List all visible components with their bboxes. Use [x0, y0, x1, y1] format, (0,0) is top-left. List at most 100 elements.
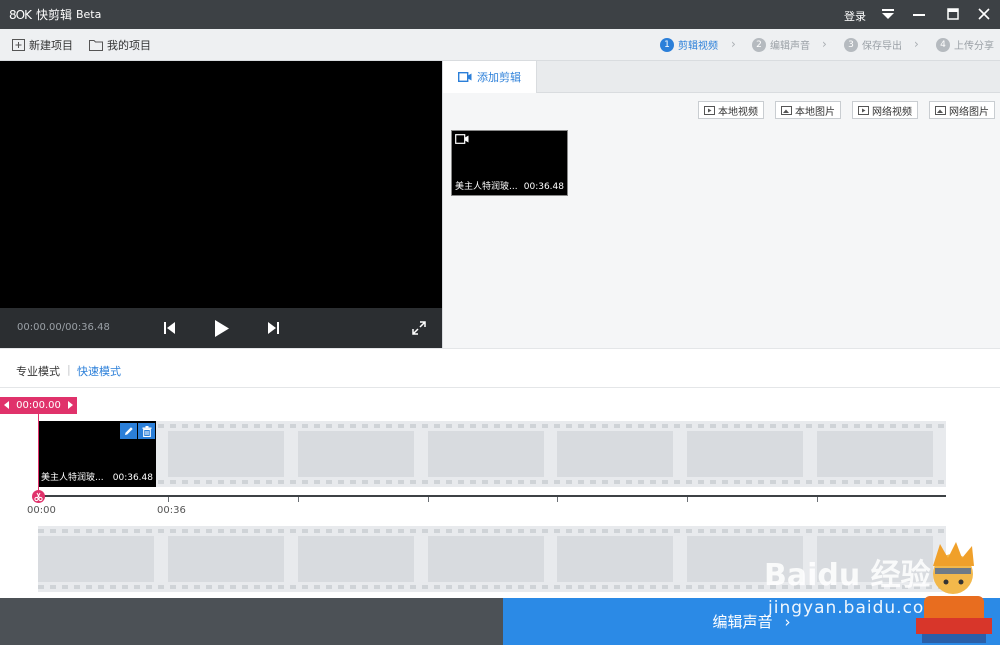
- film-perforation: [38, 585, 946, 589]
- source-label: 本地图片: [795, 106, 835, 118]
- media-panel: 添加剪辑 本地视频 本地图片 网络视频 网络图片 美主人特润玻... 00:36…: [442, 61, 1000, 348]
- ruler-tick: [168, 497, 169, 502]
- tab-pro-mode[interactable]: 专业模式: [16, 363, 60, 379]
- playhead-time: 00:00.00: [16, 400, 61, 411]
- local-video-button[interactable]: 本地视频: [698, 101, 764, 119]
- chevron-right-icon: ›: [731, 37, 736, 51]
- ruler-tick: [557, 497, 558, 502]
- login-button[interactable]: 登录: [844, 8, 866, 24]
- playhead-line: [38, 414, 39, 496]
- film-frame: [817, 536, 933, 582]
- video-preview[interactable]: [0, 61, 442, 348]
- ruler-tick: [298, 497, 299, 502]
- film-perforation: [38, 529, 946, 533]
- source-label: 本地视频: [718, 106, 758, 118]
- next-frame-icon[interactable]: [266, 320, 280, 336]
- mode-bar: 专业模式 | 快速模式: [0, 348, 1000, 388]
- trash-icon[interactable]: [138, 423, 155, 439]
- ruler-tick: [817, 497, 818, 502]
- step-number: 2: [752, 37, 766, 52]
- my-projects-label: 我的项目: [107, 39, 151, 52]
- step-save-export[interactable]: 3 保存导出: [844, 37, 902, 52]
- image-file-icon: [935, 105, 946, 115]
- film-frame: [298, 536, 414, 582]
- source-label: 网络视频: [872, 106, 912, 118]
- chevron-right-icon: ›: [914, 37, 919, 51]
- ruler-tick: [687, 497, 688, 502]
- playhead-time-tag[interactable]: 00:00.00: [0, 397, 77, 414]
- timeline: 美主人特润玻... 00:36.48 00:00 00:36 00:00.00: [0, 389, 1000, 598]
- next-button-label: 编辑声音: [712, 613, 773, 631]
- web-image-button[interactable]: 网络图片: [929, 101, 995, 119]
- web-video-button[interactable]: 网络视频: [852, 101, 918, 119]
- tick-label: 00:00: [27, 505, 56, 516]
- film-perforation: [38, 424, 946, 428]
- clip-duration: 00:36.48: [112, 473, 153, 483]
- tab-add-clip[interactable]: 添加剪辑: [443, 61, 537, 93]
- toolbar: 新建项目 我的项目 1 剪辑视频 › 2 编辑声音 › 3 保存导出 › 4 上…: [0, 29, 1000, 61]
- minimize-icon[interactable]: [908, 4, 930, 24]
- video-file-icon: [858, 105, 869, 115]
- play-icon[interactable]: [213, 318, 231, 338]
- app-name: 快剪辑: [35, 8, 72, 22]
- film-frame: [168, 536, 284, 582]
- step-edit-audio[interactable]: 2 编辑声音: [752, 37, 810, 52]
- film-frame: [428, 431, 544, 477]
- folder-icon: [89, 40, 103, 51]
- fullscreen-icon[interactable]: [411, 320, 427, 336]
- media-tabbar: 添加剪辑: [443, 61, 1000, 93]
- time-ruler[interactable]: [38, 495, 946, 497]
- time-readout: 00:00.00/00:36.48: [17, 322, 110, 333]
- timeline-clip[interactable]: 美主人特润玻... 00:36.48: [38, 421, 156, 487]
- film-perforation: [38, 480, 946, 484]
- app-beta-label: Beta: [75, 8, 102, 21]
- step-edit-video[interactable]: 1 剪辑视频: [660, 37, 718, 52]
- step-label: 剪辑视频: [678, 41, 718, 52]
- tick-label: 00:36: [157, 505, 186, 516]
- film-frame: [298, 431, 414, 477]
- film-frame: [557, 431, 673, 477]
- step-label: 保存导出: [862, 41, 902, 52]
- scissors-icon: [34, 492, 43, 502]
- caret-left-icon[interactable]: [4, 401, 9, 412]
- caret-right-icon[interactable]: [68, 401, 73, 412]
- chevron-right-icon: ›: [784, 612, 791, 631]
- film-frame: [168, 431, 284, 477]
- pencil-icon[interactable]: [120, 423, 137, 439]
- playhead-handle[interactable]: [32, 490, 45, 503]
- close-icon[interactable]: [973, 4, 995, 24]
- new-project-button[interactable]: 新建项目: [12, 37, 73, 53]
- previous-frame-icon[interactable]: [162, 320, 176, 336]
- local-image-button[interactable]: 本地图片: [775, 101, 841, 119]
- dropdown-menu-icon[interactable]: [877, 4, 899, 24]
- step-upload-share[interactable]: 4 上传分享: [936, 37, 994, 52]
- new-project-icon: [12, 39, 25, 51]
- footer-bar: 编辑声音 ›: [0, 598, 1000, 645]
- step-number: 4: [936, 37, 950, 52]
- step-label: 编辑声音: [770, 41, 810, 52]
- tab-fast-mode[interactable]: 快速模式: [77, 363, 121, 379]
- player-controls: 00:00.00/00:36.48: [0, 308, 442, 348]
- film-frame: [687, 536, 803, 582]
- clip-name: 美主人特润玻...: [41, 473, 104, 483]
- step-number: 3: [844, 37, 858, 52]
- film-frame: [687, 431, 803, 477]
- video-track[interactable]: [38, 421, 946, 487]
- step-label: 上传分享: [954, 41, 994, 52]
- title-bar: 8OK 快剪辑 Beta 登录: [0, 0, 1000, 29]
- video-camera-icon: [458, 72, 472, 82]
- film-frame: [817, 431, 933, 477]
- edit-audio-next-button[interactable]: 编辑声音 ›: [503, 598, 1000, 645]
- maximize-icon[interactable]: [942, 4, 964, 24]
- logo-mark: 8OK: [9, 7, 32, 22]
- media-clip-card[interactable]: 美主人特润玻... 00:36.48: [451, 130, 568, 196]
- source-label: 网络图片: [949, 106, 989, 118]
- mode-separator: |: [67, 363, 71, 376]
- film-frame: [557, 536, 673, 582]
- clip-duration: 00:36.48: [523, 182, 564, 192]
- app-logo: 8OK 快剪辑 Beta: [9, 7, 102, 23]
- my-projects-button[interactable]: 我的项目: [89, 37, 151, 53]
- tab-add-clip-label: 添加剪辑: [477, 71, 521, 84]
- video-track[interactable]: [38, 526, 946, 592]
- chevron-right-icon: ›: [822, 37, 827, 51]
